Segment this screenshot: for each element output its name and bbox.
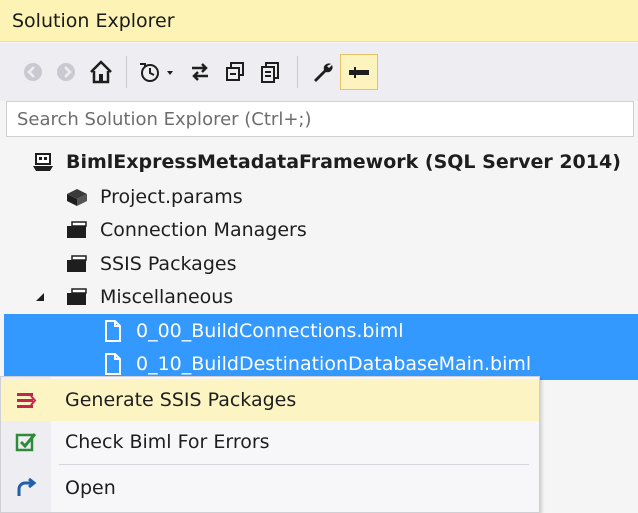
preview-toggle-button[interactable] <box>340 54 378 90</box>
back-arrow-icon <box>24 63 42 81</box>
panel-title-bar: Solution Explorer <box>0 0 638 42</box>
menu-item-generate-ssis-packages[interactable]: Generate SSIS Packages <box>1 379 539 421</box>
menu-item-label: Generate SSIS Packages <box>65 389 297 411</box>
file-icon <box>100 319 126 343</box>
properties-button[interactable] <box>306 54 340 90</box>
home-button[interactable] <box>84 54 118 90</box>
sync-arrows-icon <box>192 63 208 81</box>
toolbar-separator <box>297 56 298 88</box>
tree-item-biml-file-selected[interactable]: 0_00_BuildConnections.biml <box>4 314 638 347</box>
folder-icon <box>64 285 90 309</box>
menu-item-open[interactable]: Open <box>1 467 539 509</box>
folder-icon <box>64 218 90 242</box>
menu-separator <box>59 464 529 465</box>
toolbar-separator <box>126 56 127 88</box>
tree-item-project-params[interactable]: Project.params <box>64 180 564 213</box>
package-icon <box>64 185 90 209</box>
open-arrow-icon <box>1 478 51 498</box>
tree-item-label: 0_00_BuildConnections.biml <box>136 319 404 342</box>
home-icon <box>90 60 112 84</box>
panel-title: Solution Explorer <box>12 9 175 32</box>
tree-item-label: 0_10_BuildDestinationDatabaseMain.biml <box>136 352 532 375</box>
pending-changes-button[interactable] <box>135 54 183 90</box>
expand-arrow-icon[interactable] <box>26 291 54 303</box>
tree-item-miscellaneous[interactable]: Miscellaneous <box>26 280 564 313</box>
project-icon <box>30 150 56 174</box>
history-clock-icon <box>140 63 173 82</box>
tree-root-label: BimlExpressMetadataFramework (SQL Server… <box>66 150 621 173</box>
file-icon <box>100 352 126 376</box>
check-icon <box>1 432 51 452</box>
tree-item-label: Project.params <box>100 185 243 208</box>
show-all-files-button[interactable] <box>253 54 289 90</box>
collapse-all-icon <box>226 62 244 81</box>
tree-item-connection-managers[interactable]: Connection Managers <box>64 213 564 246</box>
collapse-all-button[interactable] <box>217 54 253 90</box>
folder-icon <box>64 252 90 276</box>
search-placeholder: Search Solution Explorer (Ctrl+;) <box>17 108 312 130</box>
tree-item-label: Miscellaneous <box>100 285 234 308</box>
wrench-icon <box>314 63 333 82</box>
show-all-files-icon <box>261 62 279 83</box>
context-menu: Generate SSIS Packages Check Biml For Er… <box>0 376 540 513</box>
forward-arrow-icon <box>57 63 75 81</box>
tree-item-label: Connection Managers <box>100 218 307 241</box>
search-input[interactable]: Search Solution Explorer (Ctrl+;) <box>6 101 634 137</box>
forward-button[interactable] <box>48 54 84 90</box>
back-button[interactable] <box>18 54 48 90</box>
sync-button[interactable] <box>183 54 217 90</box>
menu-item-label: Open <box>65 477 116 499</box>
pin-icon <box>349 67 369 78</box>
tree-item-label: SSIS Packages <box>100 252 237 275</box>
menu-item-check-biml-for-errors[interactable]: Check Biml For Errors <box>1 421 539 463</box>
tree-item-ssis-packages[interactable]: SSIS Packages <box>64 247 564 280</box>
toolbar <box>0 43 638 101</box>
tree-root-project[interactable]: BimlExpressMetadataFramework (SQL Server… <box>30 145 630 178</box>
menu-item-label: Check Biml For Errors <box>65 431 270 453</box>
generate-packages-icon <box>1 391 51 409</box>
